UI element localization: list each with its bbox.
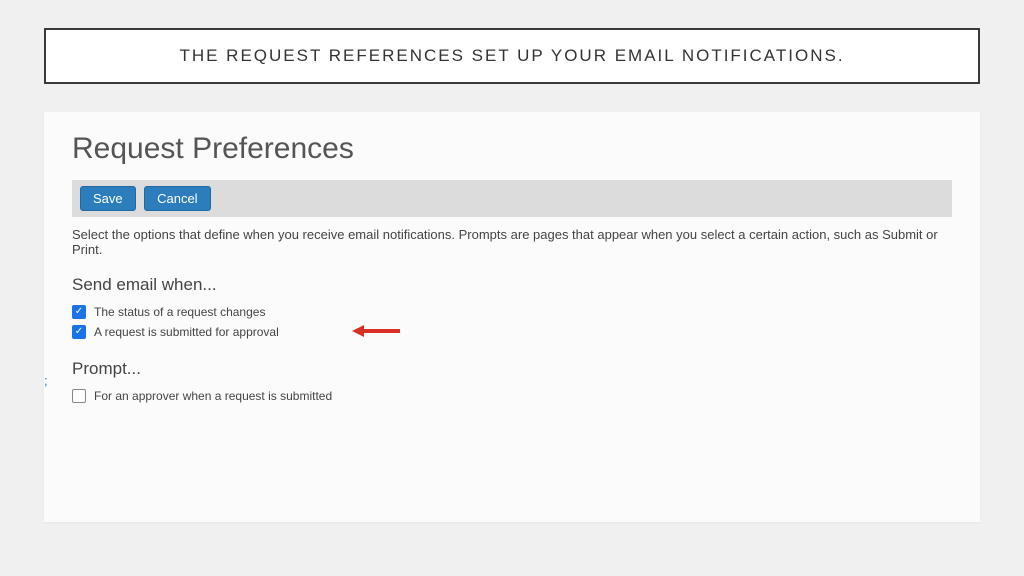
checkbox-row-prompt-approver: For an approver when a request is submit… xyxy=(72,389,952,403)
checkbox-label: The status of a request changes xyxy=(94,305,265,319)
page-title: Request Preferences xyxy=(72,132,952,166)
prompt-section-heading: Prompt... xyxy=(72,359,952,379)
checkbox-prompt-approver[interactable] xyxy=(72,389,86,403)
edge-marker: ; xyxy=(44,373,48,388)
preferences-panel: Request Preferences Save Cancel Select t… xyxy=(44,112,980,522)
checkbox-submitted-approval[interactable]: ✓ xyxy=(72,325,86,339)
save-button[interactable]: Save xyxy=(80,186,136,211)
instruction-banner: THE REQUEST REFERENCES SET UP YOUR EMAIL… xyxy=(44,28,980,84)
description-text: Select the options that define when you … xyxy=(72,227,952,257)
checkbox-row-submitted-approval: ✓ A request is submitted for approval xyxy=(72,325,952,339)
instruction-text: THE REQUEST REFERENCES SET UP YOUR EMAIL… xyxy=(179,46,844,65)
checkbox-row-status-changes: ✓ The status of a request changes xyxy=(72,305,952,319)
checkbox-label: For an approver when a request is submit… xyxy=(94,389,332,403)
check-icon: ✓ xyxy=(75,327,83,337)
cancel-button[interactable]: Cancel xyxy=(144,186,210,211)
checkbox-status-changes[interactable]: ✓ xyxy=(72,305,86,319)
check-icon: ✓ xyxy=(75,307,83,317)
email-section-heading: Send email when... xyxy=(72,275,952,295)
arrow-icon xyxy=(352,323,400,344)
checkbox-label: A request is submitted for approval xyxy=(94,325,279,339)
action-bar: Save Cancel xyxy=(72,180,952,217)
